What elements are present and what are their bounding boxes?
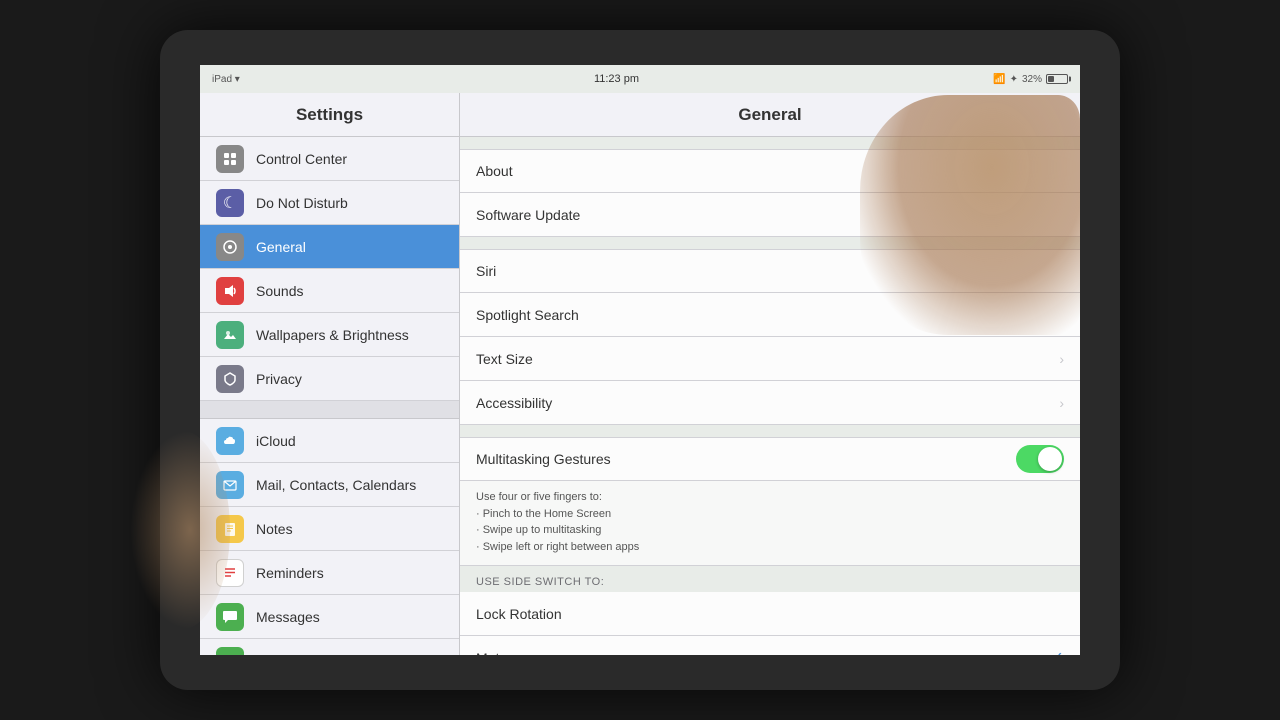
sidebar-divider	[200, 401, 459, 419]
bluetooth-icon: ✦	[1010, 74, 1018, 85]
lock-rotation-label: Lock Rotation	[476, 606, 1064, 622]
main-content: About Software Update Siri Spotlight Sea…	[460, 137, 1080, 655]
multitasking-row[interactable]: Multitasking Gestures	[460, 437, 1080, 481]
main-header: General	[460, 93, 1080, 137]
multitasking-description: Use four or five fingers to: · Pinch to …	[460, 481, 1080, 566]
sidebar-item-icloud[interactable]: iCloud	[200, 419, 459, 463]
sidebar-label-privacy: Privacy	[256, 371, 302, 387]
row-lock-rotation[interactable]: Lock Rotation	[460, 592, 1080, 636]
about-label: About	[476, 163, 1064, 179]
status-time: 11:23 pm	[594, 73, 639, 85]
battery-pct: 32%	[1022, 74, 1042, 85]
content-area: Settings Control Center ☾	[200, 93, 1080, 655]
icloud-icon	[216, 427, 244, 455]
sidebar-item-mail[interactable]: Mail, Contacts, Calendars	[200, 463, 459, 507]
sidebar-item-reminders[interactable]: Reminders	[200, 551, 459, 595]
accessibility-chevron: ›	[1059, 395, 1064, 411]
reminders-icon	[216, 559, 244, 587]
text-size-label: Text Size	[476, 351, 1059, 367]
messages-icon	[216, 603, 244, 631]
sidebar-item-general[interactable]: General	[200, 225, 459, 269]
sidebar-item-notes[interactable]: Notes	[200, 507, 459, 551]
wifi-icon: 📶	[993, 74, 1005, 85]
row-text-size[interactable]: Text Size ›	[460, 337, 1080, 381]
sidebar-header: Settings	[200, 93, 459, 137]
use-side-switch-section: USE SIDE SWITCH TO: Lock Rotation Mute ✓…	[460, 566, 1080, 655]
mute-label: Mute	[476, 650, 1051, 656]
toggle-knob	[1038, 447, 1062, 471]
sidebar-label-general: General	[256, 239, 306, 255]
accessibility-label: Accessibility	[476, 395, 1059, 411]
sidebar-items: Control Center ☾ Do Not Disturb	[200, 137, 459, 655]
settings-group-2: Siri Spotlight Search Text Size › Access…	[460, 249, 1080, 425]
row-spotlight-search[interactable]: Spotlight Search	[460, 293, 1080, 337]
control-center-icon	[216, 145, 244, 173]
notes-icon	[216, 515, 244, 543]
sidebar-item-facetime[interactable]: FaceTime	[200, 639, 459, 655]
sidebar-item-messages[interactable]: Messages	[200, 595, 459, 639]
spotlight-label: Spotlight Search	[476, 307, 1064, 323]
sidebar-label-wallpapers: Wallpapers & Brightness	[256, 327, 409, 343]
privacy-icon	[216, 365, 244, 393]
sidebar-item-control-center[interactable]: Control Center	[200, 137, 459, 181]
multitasking-label: Multitasking Gestures	[476, 451, 1016, 467]
multitasking-toggle[interactable]	[1016, 445, 1064, 473]
status-bar: iPad ▾ 11:23 pm 📶 ✦ 32%	[200, 65, 1080, 93]
row-about[interactable]: About	[460, 149, 1080, 193]
main-panel: General About Software Update	[460, 93, 1080, 655]
row-software-update[interactable]: Software Update	[460, 193, 1080, 237]
row-siri[interactable]: Siri	[460, 249, 1080, 293]
status-right: 📶 ✦ 32%	[993, 74, 1068, 85]
general-icon	[216, 233, 244, 261]
ipad-screen: iPad ▾ 11:23 pm 📶 ✦ 32% Settings	[200, 65, 1080, 655]
sidebar-label-messages: Messages	[256, 609, 320, 625]
sidebar-item-wallpapers[interactable]: Wallpapers & Brightness	[200, 313, 459, 357]
row-accessibility[interactable]: Accessibility ›	[460, 381, 1080, 425]
sidebar-label-control-center: Control Center	[256, 151, 347, 167]
facetime-icon	[216, 647, 244, 656]
use-side-switch-label: USE SIDE SWITCH TO:	[460, 566, 1080, 592]
sidebar-item-sounds[interactable]: Sounds	[200, 269, 459, 313]
sidebar-title: Settings	[296, 105, 363, 125]
sidebar-item-do-not-disturb[interactable]: ☾ Do Not Disturb	[200, 181, 459, 225]
mail-icon	[216, 471, 244, 499]
siri-label: Siri	[476, 263, 1064, 279]
sidebar-item-privacy[interactable]: Privacy	[200, 357, 459, 401]
mute-checkmark: ✓	[1051, 648, 1064, 656]
do-not-disturb-icon: ☾	[216, 189, 244, 217]
sidebar-label-notes: Notes	[256, 521, 293, 537]
sounds-icon	[216, 277, 244, 305]
battery-icon	[1046, 74, 1068, 84]
status-device: iPad ▾	[212, 74, 240, 85]
main-title: General	[738, 105, 801, 125]
sidebar-label-icloud: iCloud	[256, 433, 296, 449]
tablet-frame: iPad ▾ 11:23 pm 📶 ✦ 32% Settings	[160, 30, 1120, 690]
sidebar: Settings Control Center ☾	[200, 93, 460, 655]
text-size-chevron: ›	[1059, 351, 1064, 367]
sidebar-label-reminders: Reminders	[256, 565, 324, 581]
sidebar-label-facetime: FaceTime	[256, 653, 318, 656]
row-mute[interactable]: Mute ✓	[460, 636, 1080, 655]
multitasking-block: Multitasking Gestures Use four or five f…	[460, 437, 1080, 566]
sidebar-label-do-not-disturb: Do Not Disturb	[256, 195, 348, 211]
sidebar-label-mail: Mail, Contacts, Calendars	[256, 477, 416, 493]
sidebar-label-sounds: Sounds	[256, 283, 303, 299]
software-update-label: Software Update	[476, 207, 1064, 223]
settings-group-1: About Software Update	[460, 149, 1080, 237]
wallpapers-icon	[216, 321, 244, 349]
